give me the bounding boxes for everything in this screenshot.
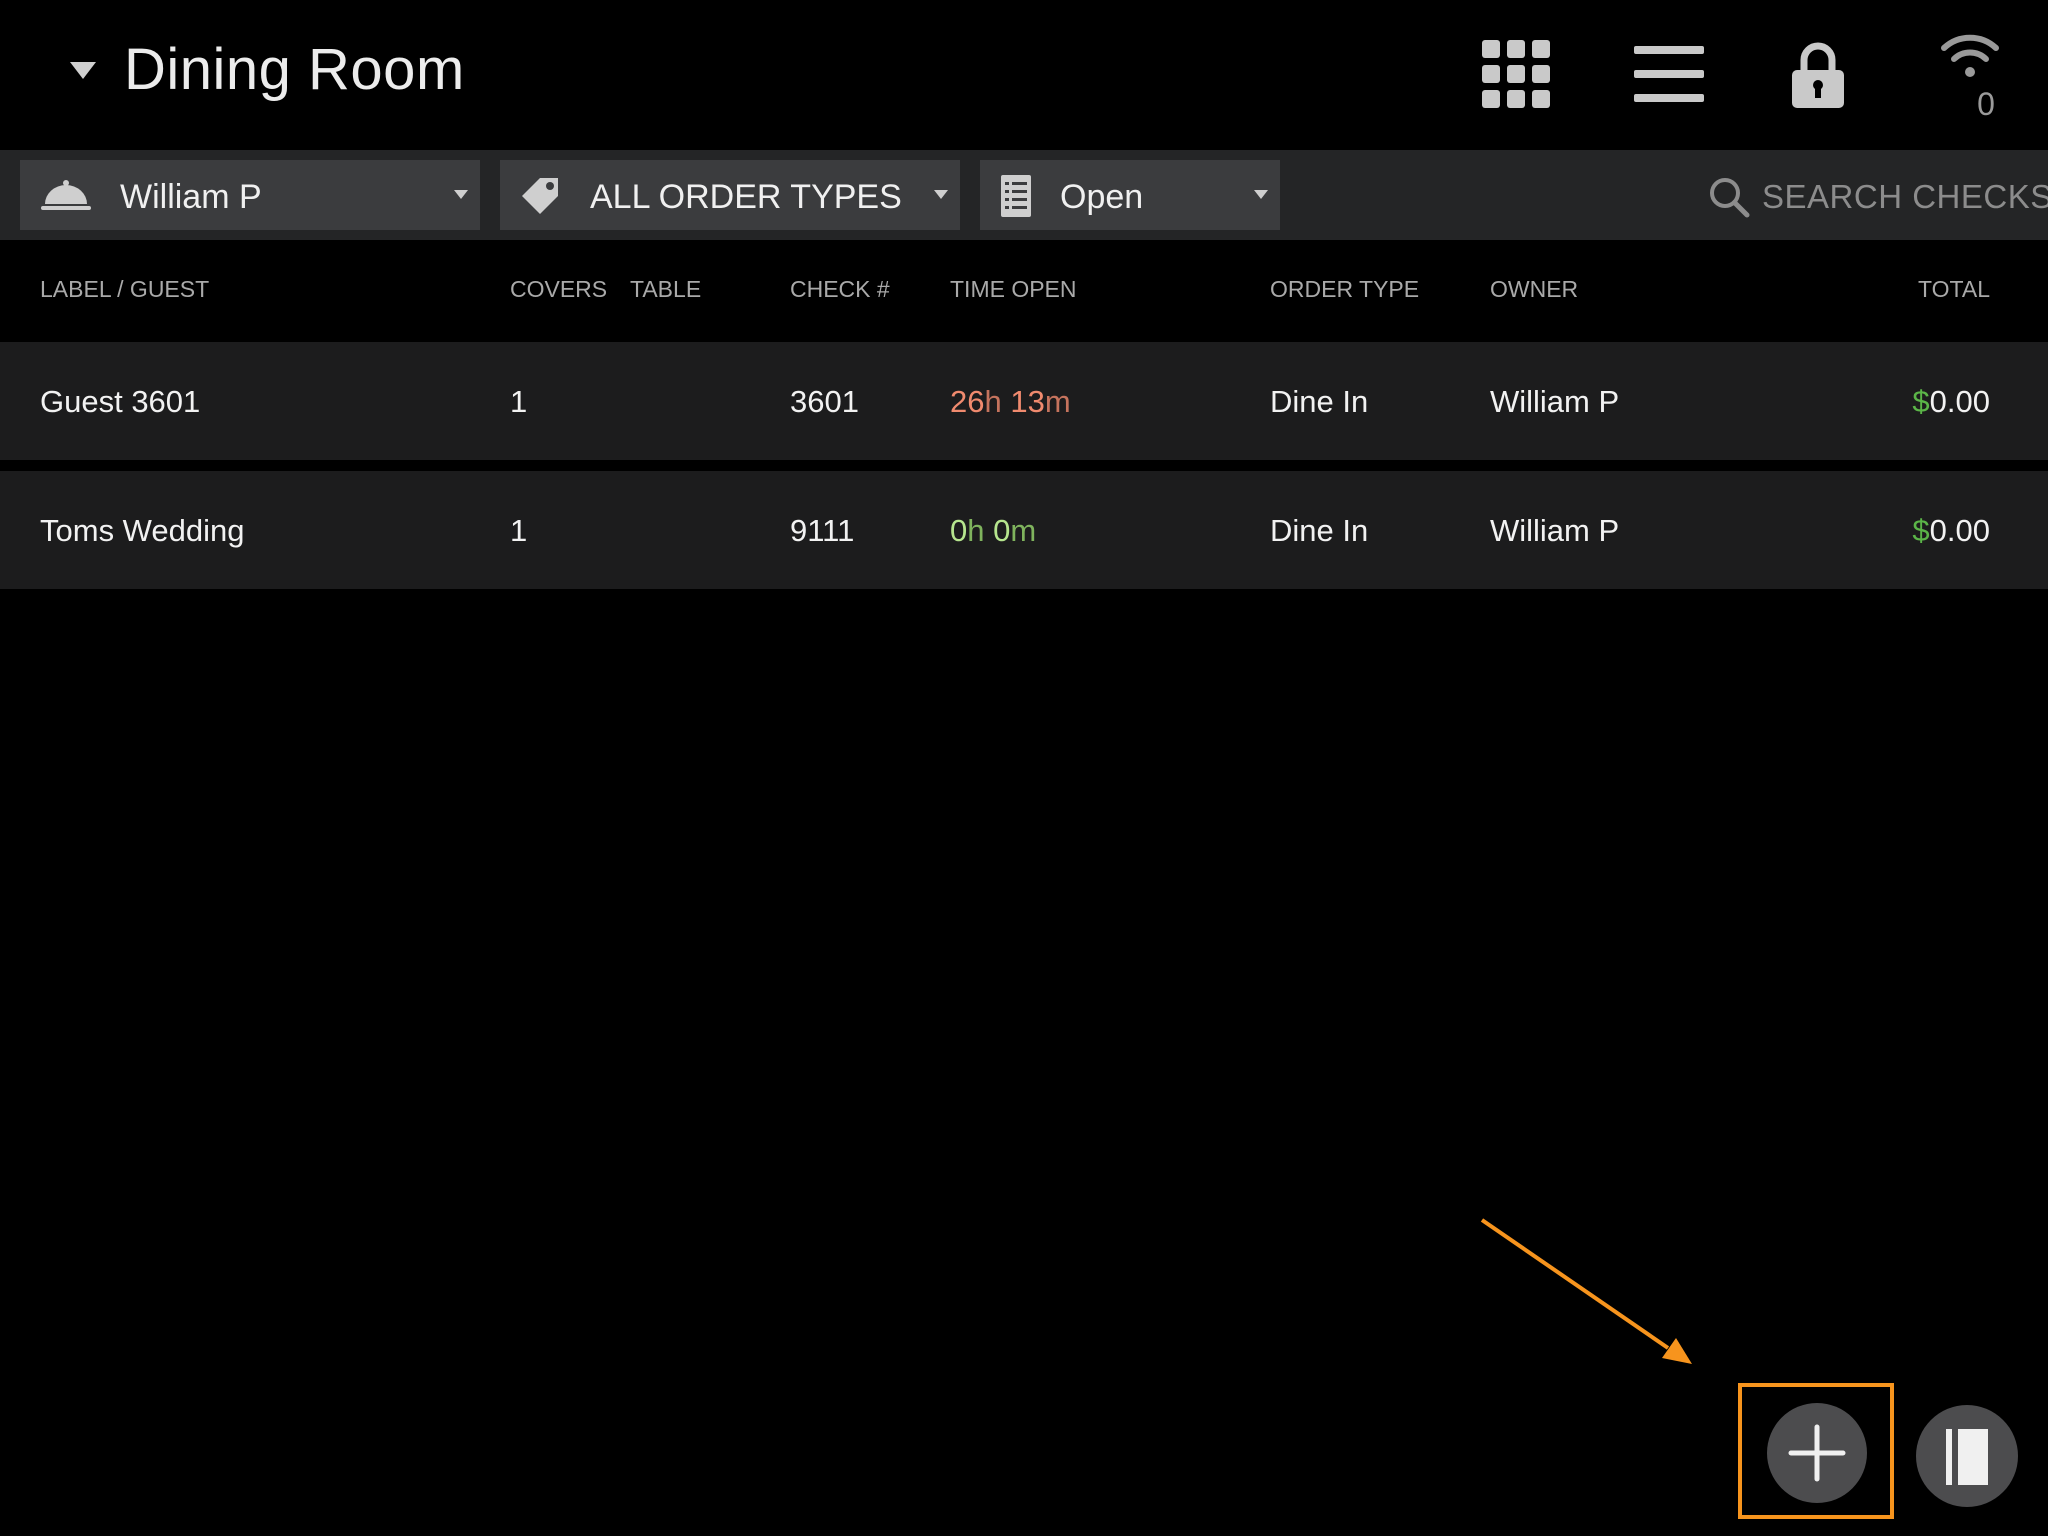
cloche-icon	[41, 180, 91, 210]
order-type-value: Dine In	[1270, 384, 1369, 419]
total-value: $0.00	[1912, 513, 1990, 549]
total-value: $0.00	[1912, 384, 1990, 420]
time-open: 26h 13m	[950, 384, 1071, 420]
time-minutes-unit: m	[1010, 513, 1037, 548]
table-row[interactable]: Guest 3601 1 3601 26h 13m Dine In Willia…	[0, 342, 2048, 460]
column-total[interactable]: TOTAL	[1918, 276, 1990, 303]
lock-icon[interactable]	[1790, 40, 1846, 110]
server-dropdown-label: William P	[120, 178, 262, 216]
grid-icon[interactable]	[1480, 38, 1552, 110]
server-dropdown[interactable]: William P	[20, 160, 480, 230]
tag-icon	[522, 178, 558, 214]
guest-label: Toms Wedding	[40, 513, 245, 548]
table-row[interactable]: Toms Wedding 1 9111 0h 0m Dine In Willia…	[0, 471, 2048, 589]
filter-bar: William P ALL ORDER TYPES Open SEARCH CH…	[0, 150, 2048, 240]
search-icon	[1710, 178, 1750, 218]
new-check-button[interactable]	[1767, 1403, 1867, 1503]
search-checks[interactable]: SEARCH CHECKS	[1708, 174, 2048, 218]
chevron-down-icon	[934, 190, 948, 199]
owner-value: William P	[1490, 513, 1620, 548]
time-minutes: 13	[1010, 384, 1045, 419]
order-type-value: Dine In	[1270, 513, 1369, 548]
search-placeholder: SEARCH CHECKS	[1762, 178, 2048, 215]
column-time-open[interactable]: TIME OPEN	[950, 276, 1077, 303]
currency-symbol: $	[1912, 513, 1930, 548]
covers-value: 1	[510, 384, 528, 419]
annotation-arrow-icon	[1480, 1218, 1692, 1364]
time-open: 0h 0m	[950, 513, 1036, 549]
column-check-number[interactable]: CHECK #	[790, 276, 890, 303]
chevron-down-icon	[1254, 190, 1268, 199]
order-type-dropdown-label: ALL ORDER TYPES	[590, 178, 902, 216]
owner-value: William P	[1490, 384, 1620, 419]
time-hours-unit: h	[967, 513, 985, 548]
amount: 0.00	[1929, 384, 1990, 419]
check-number: 3601	[790, 384, 859, 419]
wifi-icon[interactable]	[1940, 32, 2000, 78]
menu-icon[interactable]	[1634, 44, 1704, 104]
order-type-dropdown[interactable]: ALL ORDER TYPES	[500, 160, 960, 230]
receipt-icon	[1001, 175, 1031, 217]
column-covers[interactable]: COVERS	[510, 276, 607, 303]
column-table[interactable]: TABLE	[630, 276, 701, 303]
plus-icon	[1788, 1424, 1846, 1482]
time-hours-unit: h	[984, 384, 1002, 419]
chevron-down-icon	[454, 190, 468, 199]
column-label-guest[interactable]: LABEL / GUEST	[40, 276, 209, 303]
currency-symbol: $	[1912, 384, 1930, 419]
top-bar: Dining Room 0	[0, 0, 2048, 150]
guest-label: Guest 3601	[40, 384, 201, 419]
check-number: 9111	[790, 513, 855, 548]
caret-down-icon[interactable]	[70, 62, 96, 79]
covers-value: 1	[510, 513, 528, 548]
split-view-button[interactable]	[1916, 1405, 2018, 1507]
status-dropdown-label: Open	[1060, 178, 1144, 216]
status-dropdown[interactable]: Open	[980, 160, 1280, 230]
time-minutes-unit: m	[1044, 384, 1071, 419]
column-order-type[interactable]: ORDER TYPE	[1270, 276, 1419, 303]
time-hours: 0	[950, 513, 968, 548]
time-minutes: 0	[993, 513, 1011, 548]
column-owner[interactable]: OWNER	[1490, 276, 1578, 303]
time-hours: 26	[950, 384, 985, 419]
amount: 0.00	[1929, 513, 1990, 548]
offline-count: 0	[1977, 86, 1995, 122]
panel-icon	[1946, 1429, 1988, 1485]
room-title[interactable]: Dining Room	[124, 36, 465, 103]
